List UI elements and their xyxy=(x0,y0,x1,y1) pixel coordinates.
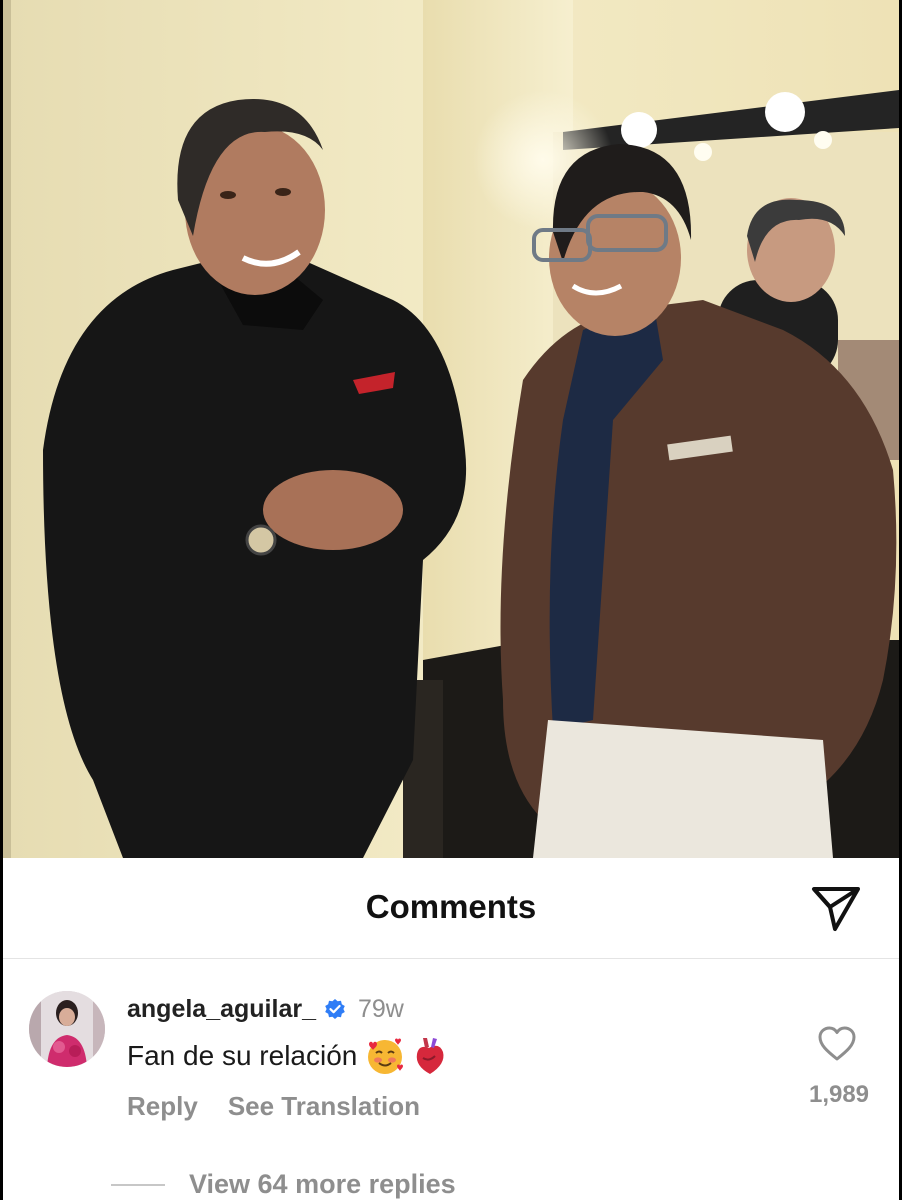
comments-header: Comments xyxy=(3,858,899,959)
anatomical-heart-emoji xyxy=(413,1036,447,1076)
paper-plane-icon xyxy=(812,887,860,931)
timestamp: 79w xyxy=(357,994,404,1023)
post-photo-image xyxy=(3,0,899,858)
view-replies-button[interactable]: View 64 more replies xyxy=(111,1169,456,1200)
see-translation-button[interactable]: See Translation xyxy=(228,1091,420,1122)
comment-text: Fan de su relación xyxy=(127,1040,358,1071)
share-button[interactable] xyxy=(808,883,864,935)
reply-button[interactable]: Reply xyxy=(127,1091,198,1122)
username[interactable]: angela_aguilar_ xyxy=(127,995,316,1024)
heart-outline-icon xyxy=(818,1026,856,1061)
like-count: 1,989 xyxy=(808,1081,870,1108)
smiling-face-with-hearts-emoji xyxy=(365,1036,405,1076)
comment-meta: angela_aguilar_ 79w xyxy=(127,993,404,1025)
app-frame: Comments angela_aguilar_ 79w Fan de su r… xyxy=(3,0,899,1200)
comments-sheet: Comments angela_aguilar_ 79w Fan de su r… xyxy=(3,858,899,1200)
replies-divider-line xyxy=(111,1183,165,1186)
like-button[interactable] xyxy=(817,1025,857,1063)
comment-body: Fan de su relación xyxy=(127,1036,447,1076)
post-photo[interactable] xyxy=(3,0,899,858)
view-replies-label: View 64 more replies xyxy=(189,1169,456,1199)
comment-actions: Reply See Translation xyxy=(127,1091,420,1122)
comment-item: angela_aguilar_ 79w Fan de su relación R… xyxy=(3,959,899,1200)
verified-badge-icon xyxy=(324,998,346,1020)
comments-title: Comments xyxy=(365,888,537,925)
avatar[interactable] xyxy=(29,991,105,1067)
avatar-image xyxy=(29,991,105,1067)
